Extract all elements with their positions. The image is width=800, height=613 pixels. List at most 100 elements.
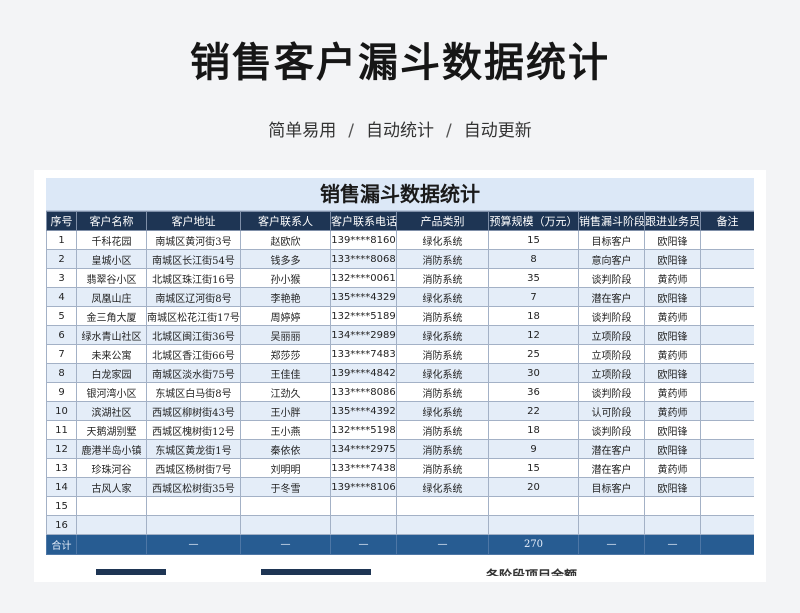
table-cell[interactable]: 绿化系统 (396, 325, 489, 345)
table-cell[interactable]: 西城区柳树街43号 (146, 401, 241, 421)
table-cell[interactable]: 南城区松花江街17号 (146, 306, 241, 326)
table-cell[interactable] (578, 515, 645, 535)
table-cell[interactable]: 钱多多 (240, 249, 331, 269)
table-cell[interactable]: 谈判阶段 (578, 420, 645, 440)
table-cell[interactable]: 欧阳锋 (644, 363, 701, 383)
table-cell[interactable]: 8 (488, 249, 579, 269)
table-cell[interactable] (146, 496, 241, 516)
table-cell[interactable]: 7 (46, 344, 77, 364)
table-cell[interactable] (700, 325, 754, 345)
table-cell[interactable]: 16 (46, 515, 77, 535)
table-cell[interactable]: 20 (488, 477, 579, 497)
table-cell[interactable] (700, 515, 754, 535)
table-cell[interactable]: 绿化系统 (396, 363, 489, 383)
table-cell[interactable]: 绿化系统 (396, 230, 489, 250)
table-cell[interactable]: 西城区槐树街12号 (146, 420, 241, 440)
table-cell[interactable]: 133****7438 (330, 458, 397, 478)
table-cell[interactable]: 秦依依 (240, 439, 331, 459)
table-cell[interactable]: 谈判阶段 (578, 268, 645, 288)
table-cell[interactable]: 11 (46, 420, 77, 440)
table-cell[interactable] (578, 496, 645, 516)
table-cell[interactable] (700, 401, 754, 421)
table-cell[interactable]: 东城区白马街8号 (146, 382, 241, 402)
table-cell[interactable]: 10 (46, 401, 77, 421)
table-cell[interactable]: 消防系统 (396, 306, 489, 326)
table-cell[interactable]: 15 (46, 496, 77, 516)
table-cell[interactable] (488, 496, 579, 516)
table-cell[interactable]: 千科花园 (76, 230, 147, 250)
table-cell[interactable]: 黄药师 (644, 306, 701, 326)
table-cell[interactable] (240, 496, 331, 516)
table-cell[interactable]: 134****2989 (330, 325, 397, 345)
table-cell[interactable]: 于冬雪 (240, 477, 331, 497)
table-cell[interactable]: 消防系统 (396, 439, 489, 459)
table-cell[interactable]: 王小胖 (240, 401, 331, 421)
table-cell[interactable]: 孙小猴 (240, 268, 331, 288)
table-cell[interactable]: 消防系统 (396, 382, 489, 402)
table-cell[interactable] (700, 249, 754, 269)
table-cell[interactable]: 郑莎莎 (240, 344, 331, 364)
table-cell[interactable]: 天鹅湖别墅 (76, 420, 147, 440)
table-cell[interactable]: 刘明明 (240, 458, 331, 478)
table-cell[interactable]: 银河湾小区 (76, 382, 147, 402)
table-cell[interactable]: 金三角大厦 (76, 306, 147, 326)
table-cell[interactable]: 2 (46, 249, 77, 269)
table-cell[interactable]: 134****2975 (330, 439, 397, 459)
table-cell[interactable]: 黄药师 (644, 344, 701, 364)
table-cell[interactable]: 132****5198 (330, 420, 397, 440)
table-cell[interactable]: 黄药师 (644, 401, 701, 421)
table-cell[interactable]: 15 (488, 458, 579, 478)
table-cell[interactable]: 南城区淡水街75号 (146, 363, 241, 383)
table-cell[interactable] (700, 420, 754, 440)
table-cell[interactable]: 欧阳锋 (644, 420, 701, 440)
table-cell[interactable] (330, 515, 397, 535)
table-cell[interactable]: 滨湖社区 (76, 401, 147, 421)
table-cell[interactable]: 25 (488, 344, 579, 364)
table-cell[interactable]: 黄药师 (644, 458, 701, 478)
table-cell[interactable]: 消防系统 (396, 268, 489, 288)
table-cell[interactable]: 欧阳锋 (644, 477, 701, 497)
table-cell[interactable]: 18 (488, 306, 579, 326)
table-cell[interactable]: 欧阳锋 (644, 325, 701, 345)
table-cell[interactable]: 绿化系统 (396, 477, 489, 497)
table-cell[interactable]: 9 (488, 439, 579, 459)
table-cell[interactable]: 凤凰山庄 (76, 287, 147, 307)
table-cell[interactable]: 西城区杨树街7号 (146, 458, 241, 478)
table-cell[interactable] (700, 439, 754, 459)
table-cell[interactable]: 12 (46, 439, 77, 459)
table-cell[interactable] (76, 496, 147, 516)
table-cell[interactable]: 消防系统 (396, 344, 489, 364)
table-cell[interactable]: 谈判阶段 (578, 306, 645, 326)
table-cell[interactable]: 皇城小区 (76, 249, 147, 269)
table-cell[interactable]: 珍珠河谷 (76, 458, 147, 478)
table-cell[interactable]: 15 (488, 230, 579, 250)
table-cell[interactable]: 北城区香江街66号 (146, 344, 241, 364)
table-cell[interactable]: 139****8160 (330, 230, 397, 250)
table-cell[interactable]: 目标客户 (578, 230, 645, 250)
table-cell[interactable]: 6 (46, 325, 77, 345)
table-cell[interactable]: 立项阶段 (578, 325, 645, 345)
table-cell[interactable]: 绿化系统 (396, 287, 489, 307)
table-cell[interactable]: 4 (46, 287, 77, 307)
table-cell[interactable]: 3 (46, 268, 77, 288)
table-cell[interactable]: 黄药师 (644, 382, 701, 402)
table-cell[interactable]: 139****8106 (330, 477, 397, 497)
table-cell[interactable]: 西城区松树街35号 (146, 477, 241, 497)
table-cell[interactable]: 南城区长江街54号 (146, 249, 241, 269)
table-cell[interactable]: 黄药师 (644, 268, 701, 288)
table-cell[interactable]: 22 (488, 401, 579, 421)
table-cell[interactable]: 132****0061 (330, 268, 397, 288)
table-cell[interactable]: 12 (488, 325, 579, 345)
table-cell[interactable]: 谈判阶段 (578, 382, 645, 402)
table-cell[interactable] (396, 496, 489, 516)
table-cell[interactable]: 135****4392 (330, 401, 397, 421)
table-cell[interactable] (644, 496, 701, 516)
table-cell[interactable]: 南城区黄河街3号 (146, 230, 241, 250)
table-cell[interactable]: 8 (46, 363, 77, 383)
table-cell[interactable] (644, 515, 701, 535)
table-cell[interactable]: 江劲久 (240, 382, 331, 402)
table-cell[interactable]: 北城区珠江街16号 (146, 268, 241, 288)
table-cell[interactable]: 周婷婷 (240, 306, 331, 326)
table-cell[interactable] (700, 268, 754, 288)
table-cell[interactable]: 鹿港半岛小镇 (76, 439, 147, 459)
